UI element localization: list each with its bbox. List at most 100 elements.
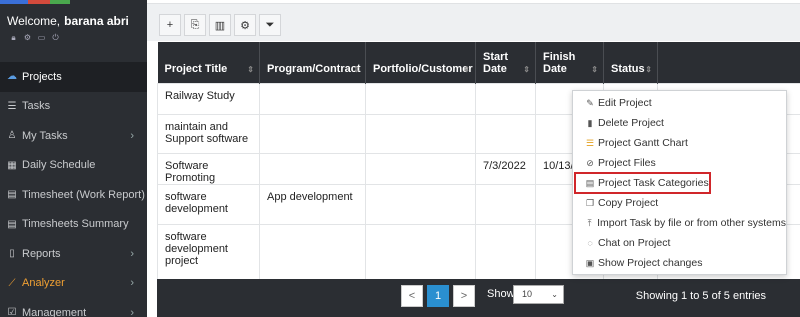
menu-item-import-task[interactable]: ⤒ Import Task by file or from other syst…	[573, 213, 786, 233]
next-page-button[interactable]: >	[453, 285, 475, 307]
prev-page-button[interactable]: <	[401, 285, 423, 307]
calendar-grid-icon: ▦	[7, 159, 17, 171]
sidebar-item-label: Timesheet (Work Report)	[22, 188, 145, 201]
cell-portfolio	[365, 82, 476, 115]
cell-portfolio	[365, 113, 476, 154]
menu-item-label: Show Project changes	[598, 257, 703, 269]
sort-icon: ⇕	[523, 64, 530, 74]
page-1-button[interactable]: 1	[427, 285, 449, 307]
lock-icon[interactable]: 🔒︎	[9, 33, 18, 42]
show-label: Show	[487, 288, 515, 300]
cell-portfolio	[365, 183, 476, 225]
cell-program	[259, 82, 366, 115]
menu-item-chat-on-project[interactable]: ◌ Chat on Project	[573, 233, 786, 253]
menu-item-label: Copy Project	[598, 197, 659, 209]
sidebar-item-analyzer[interactable]: ⟋ Analyzer ›	[0, 269, 147, 299]
cell-portfolio	[365, 152, 476, 185]
column-header-start-date[interactable]: Start Date ⇕	[475, 42, 536, 83]
sidebar-item-my-tasks[interactable]: ♙ My Tasks ›	[0, 121, 147, 151]
cell-program: App development	[259, 183, 366, 225]
list-icon: ☰	[7, 100, 17, 112]
cell-project-title[interactable]: Railway Study	[157, 82, 260, 115]
upload-icon: ⤒	[587, 217, 592, 228]
check-square-icon: ☑	[7, 307, 17, 317]
sidebar-item-label: Analyzer	[22, 277, 65, 290]
copy-icon: ❐	[585, 197, 595, 208]
sidebar-item-label: Projects	[22, 70, 62, 83]
cell-project-title[interactable]: Software Promoting	[157, 152, 260, 185]
sidebar-item-timesheets-summary[interactable]: ▤ Timesheets Summary	[0, 210, 147, 240]
sidebar-item-tasks[interactable]: ☰ Tasks	[0, 92, 147, 122]
cell-portfolio	[365, 223, 476, 280]
user-icons: 🔒︎ ⚙ ▭ ⏻	[0, 28, 147, 42]
paperclip-icon: ⊘	[586, 157, 594, 168]
menu-item-label: Import Task by file or from other system…	[597, 217, 786, 229]
cell-program	[259, 223, 366, 280]
menu-item-gantt-chart[interactable]: ☰ Project Gantt Chart	[573, 133, 786, 153]
column-header-program[interactable]: Program/Contract ⇕	[259, 42, 366, 83]
power-icon[interactable]: ⏻	[51, 33, 60, 42]
person-icon: ♙	[7, 130, 17, 142]
column-header-finish-date[interactable]: Finish Date ⇕	[535, 42, 604, 83]
sidebar-item-management[interactable]: ☑ Management ›	[0, 298, 147, 317]
chat-icon: ◌	[587, 238, 593, 248]
menu-item-copy-project[interactable]: ❐ Copy Project	[573, 193, 786, 213]
table-toolbar: + ⎘ ▥ ⚙ ⏷	[147, 3, 800, 41]
sidebar-item-daily-schedule[interactable]: ▦ Daily Schedule	[0, 151, 147, 181]
menu-item-label: Project Gantt Chart	[598, 137, 688, 149]
column-header-portfolio[interactable]: Portfolio/Customer ⇕	[365, 42, 476, 83]
cell-start-date	[475, 113, 536, 154]
welcome-text: Welcome, barana abri	[0, 4, 147, 28]
showing-entries-text: Showing 1 to 5 of 5 entries	[635, 290, 766, 302]
page-size-select[interactable]: 10 ⌄	[513, 285, 564, 304]
cell-project-title[interactable]: software development project	[157, 223, 260, 280]
column-header-project-title[interactable]: Project Title ⇕	[157, 42, 260, 83]
history-icon: ▣	[585, 257, 595, 268]
sidebar-item-label: Daily Schedule	[22, 159, 96, 172]
cell-project-title[interactable]: maintain and Support software	[157, 113, 260, 154]
menu-item-delete-project[interactable]: ▮ Delete Project	[573, 113, 786, 133]
cell-program	[259, 113, 366, 154]
menu-item-label: Chat on Project	[598, 237, 671, 249]
welcome-prefix: Welcome,	[7, 14, 61, 28]
sidebar-item-label: Timesheets Summary	[22, 218, 129, 231]
settings-button[interactable]: ⚙	[234, 14, 256, 36]
sort-icon: ⇕	[353, 64, 360, 74]
sort-icon: ⇕	[463, 64, 470, 74]
chevron-right-icon: ›	[130, 247, 134, 260]
excel-export-icon: ⎘	[190, 18, 200, 31]
cell-program	[259, 152, 366, 185]
menu-item-label: Edit Project	[598, 97, 652, 109]
cell-start-date	[475, 183, 536, 225]
table-footer: < 1 > Show 10 ⌄ Showing 1 to 5 of 5 entr…	[157, 279, 800, 317]
menu-item-edit-project[interactable]: ✎ Edit Project	[573, 93, 786, 113]
column-header-status[interactable]: Status ⇕	[603, 42, 658, 83]
cell-start-date	[475, 82, 536, 115]
projects-icon: ☁	[7, 71, 17, 83]
filter-button[interactable]: ⏷	[259, 14, 281, 36]
gear-icon[interactable]: ⚙	[23, 33, 32, 42]
menu-item-project-files[interactable]: ⊘ Project Files	[573, 153, 786, 173]
id-card-icon[interactable]: ▭	[37, 33, 46, 42]
menu-item-project-task-categories[interactable]: ▤ Project Task Categories	[574, 172, 711, 194]
plus-icon: +	[166, 19, 174, 31]
sort-icon: ⇕	[247, 64, 254, 74]
cell-start-date: 7/3/2022	[475, 152, 536, 185]
add-project-button[interactable]: +	[159, 14, 181, 36]
columns-button[interactable]: ▥	[209, 14, 231, 36]
sidebar-item-label: Tasks	[22, 100, 51, 113]
list-alt-icon: ▤	[585, 177, 595, 188]
sidebar-item-projects[interactable]: ☁ Projects	[0, 62, 147, 92]
menu-item-label: Project Task Categories	[598, 177, 709, 189]
chevron-right-icon: ›	[130, 306, 134, 317]
sidebar: Welcome, barana abri 🔒︎ ⚙ ▭ ⏻ ☁ Projects …	[0, 0, 147, 317]
menu-item-show-project-changes[interactable]: ▣ Show Project changes	[573, 253, 786, 273]
gantt-icon: ☰	[585, 137, 595, 148]
sidebar-menu: ☁ Projects ☰ Tasks ♙ My Tasks › ▦ Daily …	[0, 62, 147, 317]
sidebar-item-reports[interactable]: ▯ Reports ›	[0, 239, 147, 269]
cell-project-title[interactable]: software development	[157, 183, 260, 225]
chevron-right-icon: ›	[130, 129, 134, 142]
cell-start-date	[475, 223, 536, 280]
sidebar-item-timesheet[interactable]: ▤ Timesheet (Work Report)	[0, 180, 147, 210]
export-button[interactable]: ⎘	[184, 14, 206, 36]
